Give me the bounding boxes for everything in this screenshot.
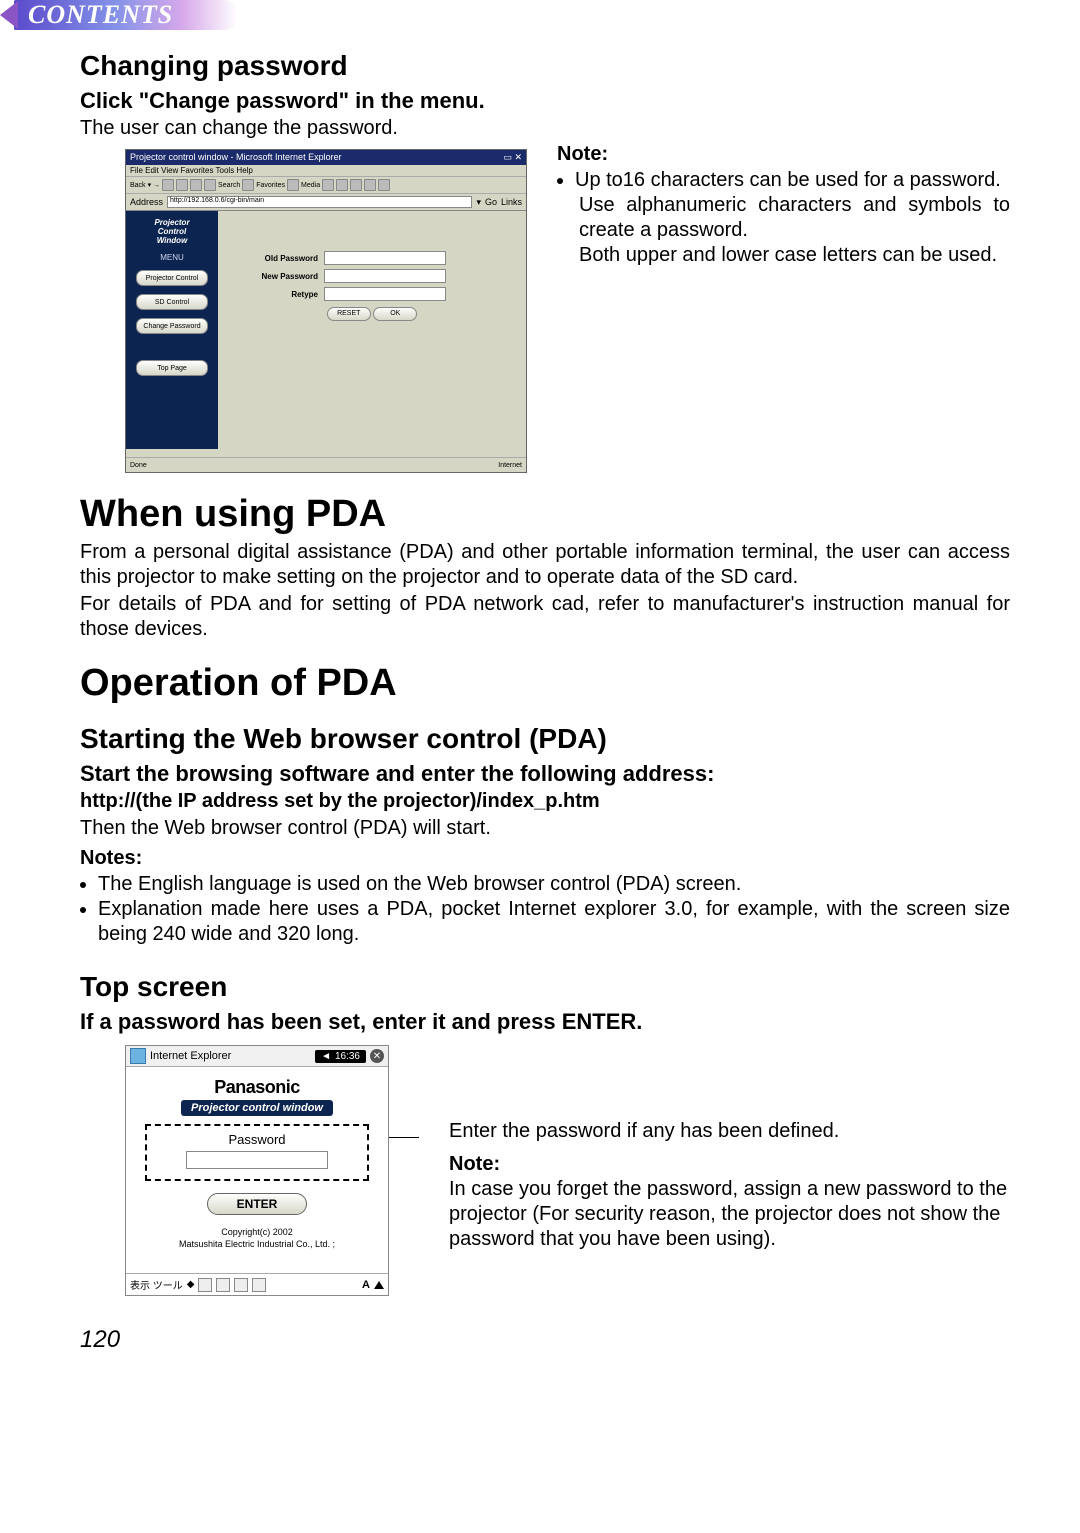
up-arrow-icon — [374, 1281, 384, 1289]
changing-password-body: The user can change the password. — [80, 116, 1010, 141]
contents-badge: CONTENTS — [14, 0, 238, 30]
projector-control-window-title: ProjectorControlWindow — [154, 219, 189, 245]
change-password-button: Change Password — [136, 318, 208, 334]
copyright-line1: Copyright(c) 2002 — [221, 1227, 293, 1237]
print-icon — [350, 179, 362, 191]
search-icon — [204, 179, 216, 191]
pda-ie-label: Internet Explorer — [150, 1050, 231, 1062]
menu-label: MENU — [160, 253, 184, 262]
toolbar-search: Search — [218, 182, 240, 189]
click-change-password-heading: Click "Change password" in the menu. — [80, 88, 1010, 114]
toolbar-favorites: Favorites — [256, 182, 285, 189]
note-heading: Note: — [557, 143, 1010, 166]
window-controls: ▭ ✕ — [503, 152, 522, 163]
browser-main-area: Old Password New Password Retype RESET O… — [218, 211, 526, 449]
note-item-1: Up to16 characters can be used for a pas… — [575, 168, 1010, 193]
projector-control-button: Projector Control — [136, 270, 208, 286]
footer-icon-4 — [252, 1278, 266, 1292]
footer-icon-1 — [198, 1278, 212, 1292]
note-item-1a: Use alphanumeric characters and symbols … — [579, 193, 1010, 243]
password-box: Password — [145, 1124, 369, 1181]
browser-screenshot: Projector control window - Microsoft Int… — [125, 149, 527, 473]
address-field: http://192.168.0.6/cgi-bin/main — [167, 196, 472, 208]
contents-header: CONTENTS — [0, 0, 1010, 30]
page-number: 120 — [80, 1326, 1010, 1354]
browser-menubar: File Edit View Favorites Tools Help — [126, 165, 526, 177]
old-password-input — [324, 251, 446, 265]
top-page-button: Top Page — [136, 360, 208, 376]
callout-line — [389, 1137, 419, 1138]
panasonic-logo: Panasonic — [214, 1077, 300, 1098]
browser-sidebar: ProjectorControlWindow MENU Projector Co… — [126, 211, 218, 449]
pda-note-a: The English language is used on the Web … — [98, 872, 1010, 897]
speaker-icon: ◄ — [321, 1051, 331, 1062]
address-label: Address — [130, 197, 163, 207]
pda-clock: ◄ 16:36 — [315, 1050, 366, 1063]
refresh-icon — [176, 179, 188, 191]
new-password-label: New Password — [238, 272, 318, 281]
pda-start-body: Then the Web browser control (PDA) will … — [80, 816, 1010, 841]
status-internet: Internet — [498, 462, 522, 469]
pda-intro-p2: For details of PDA and for setting of PD… — [80, 592, 1010, 642]
password-label: Password — [228, 1132, 285, 1147]
pda-intro-p1: From a personal digital assistance (PDA)… — [80, 540, 1010, 590]
pda-footer: 表示 ツール ◆ A — [126, 1273, 388, 1295]
copyright: Copyright(c) 2002 Matsushita Electric In… — [179, 1227, 335, 1250]
media-icon — [287, 179, 299, 191]
favorites-icon — [242, 179, 254, 191]
toolbar-media: Media — [301, 182, 320, 189]
ok-button: OK — [373, 307, 417, 321]
callout-text: Enter the password if any has been defin… — [449, 1119, 1010, 1144]
top-screen-subheading: If a password has been set, enter it and… — [80, 1009, 1010, 1035]
links-label: Links — [501, 197, 522, 207]
starting-web-browser-heading: Starting the Web browser control (PDA) — [80, 723, 1010, 755]
clock-time: 16:36 — [335, 1051, 360, 1062]
retype-label: Retype — [238, 290, 318, 299]
status-done: Done — [130, 462, 147, 469]
callout-note-body: In case you forget the password, assign … — [449, 1177, 1010, 1252]
back-arrow-icon — [0, 1, 18, 29]
footer-left-text: 表示 ツール — [130, 1277, 183, 1292]
browser-toolbar: Back ▾ → Search Favorites Media — [126, 177, 526, 194]
notes-heading: Notes: — [80, 847, 1010, 870]
pda-titlebar: Internet Explorer ◄ 16:36 ✕ — [126, 1046, 388, 1067]
ie-icon — [130, 1048, 146, 1064]
contents-label: CONTENTS — [28, 0, 173, 30]
when-using-pda-heading: When using PDA — [80, 493, 1010, 536]
home-icon — [190, 179, 202, 191]
top-screen-heading: Top screen — [80, 971, 1010, 1003]
pda-url: http://(the IP address set by the projec… — [80, 789, 1010, 814]
toolbar-back: Back — [130, 182, 146, 189]
history-icon — [322, 179, 334, 191]
old-password-label: Old Password — [238, 254, 318, 263]
browser-status-bar: Done Internet — [126, 457, 526, 472]
footer-A: A — [362, 1279, 370, 1291]
pda-screenshot: Internet Explorer ◄ 16:36 ✕ Panasonic Pr… — [125, 1045, 389, 1296]
pda-note-b: Explanation made here uses a PDA, pocket… — [98, 897, 1010, 947]
reset-button: RESET — [327, 307, 371, 321]
start-browsing-heading: Start the browsing software and enter th… — [80, 761, 1010, 787]
edit-icon — [364, 179, 376, 191]
browser-titlebar: Projector control window - Microsoft Int… — [126, 150, 526, 165]
new-password-input — [324, 269, 446, 283]
projector-control-window-badge: Projector control window — [181, 1100, 333, 1116]
pda-close-icon: ✕ — [370, 1049, 384, 1063]
footer-icon-2 — [216, 1278, 230, 1292]
copyright-line2: Matsushita Electric Industrial Co., Ltd.… — [179, 1239, 335, 1249]
browser-address-bar: Address http://192.168.0.6/cgi-bin/main … — [126, 194, 526, 211]
footer-icon-3 — [234, 1278, 248, 1292]
operation-of-pda-heading: Operation of PDA — [80, 662, 1010, 705]
callout-note-title: Note: — [449, 1152, 1010, 1177]
changing-password-heading: Changing password — [80, 50, 1010, 82]
browser-title: Projector control window - Microsoft Int… — [130, 152, 342, 163]
note-item-1b: Both upper and lower case letters can be… — [579, 243, 1010, 268]
enter-button: ENTER — [207, 1193, 307, 1215]
password-input — [186, 1151, 328, 1169]
stop-icon — [162, 179, 174, 191]
mail-icon — [336, 179, 348, 191]
go-button: Go — [485, 197, 497, 207]
retype-input — [324, 287, 446, 301]
sd-control-button: SD Control — [136, 294, 208, 310]
discuss-icon — [378, 179, 390, 191]
